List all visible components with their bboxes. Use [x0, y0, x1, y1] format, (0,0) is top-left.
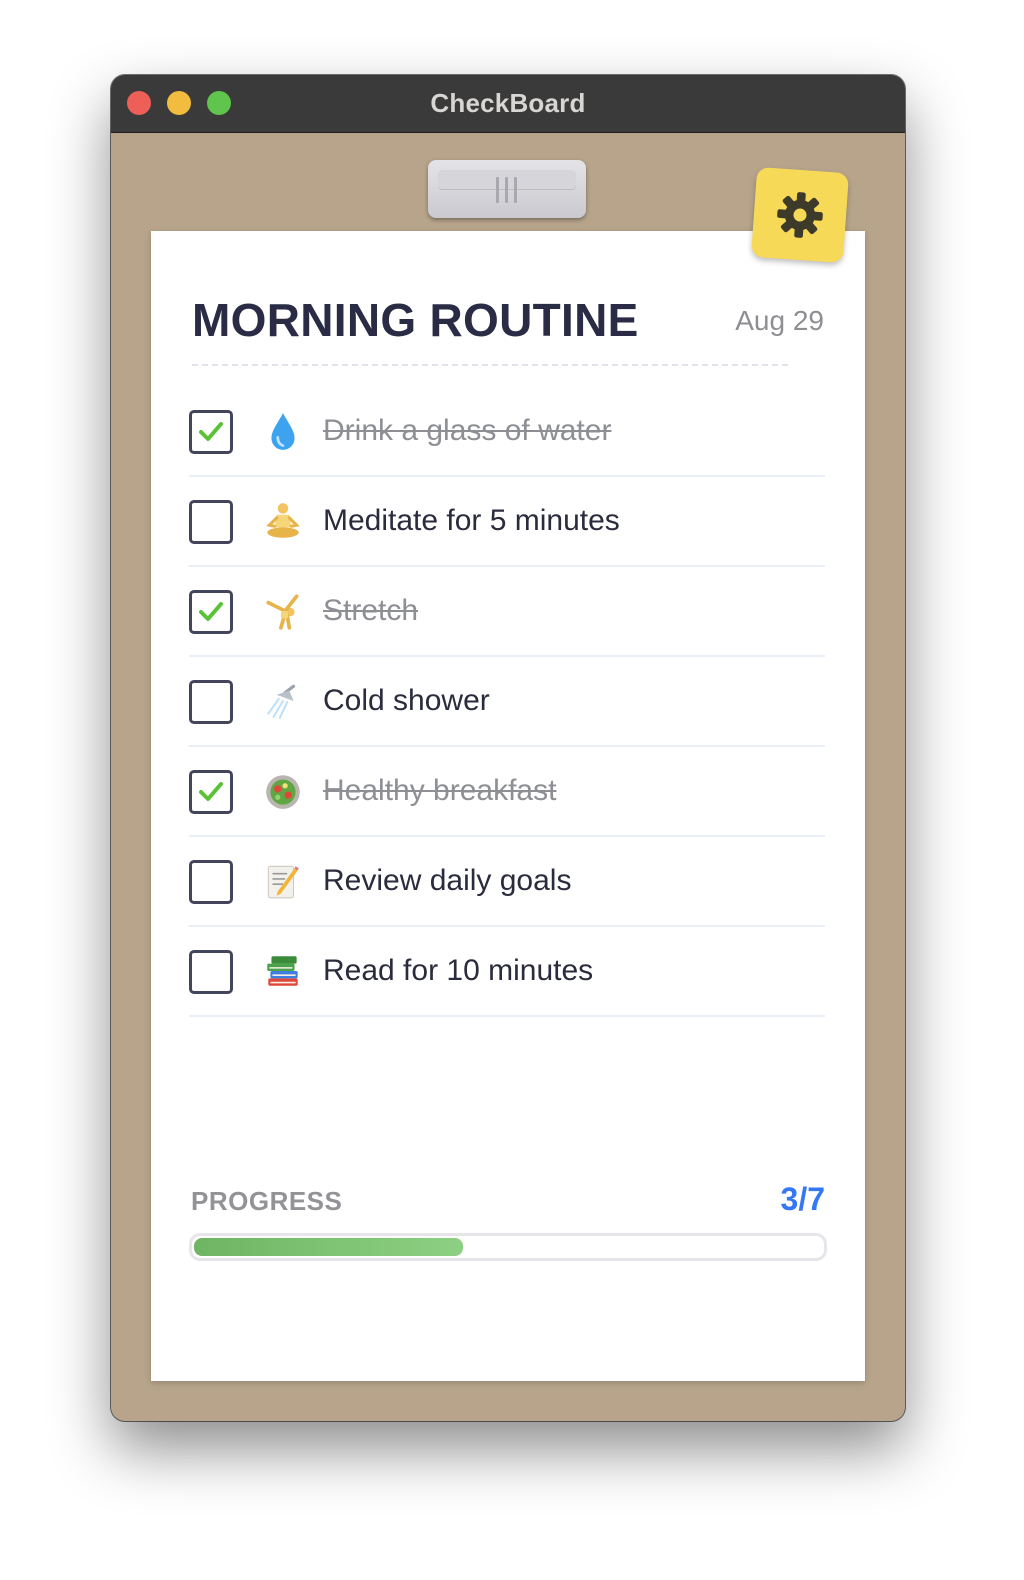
- memo-icon: [261, 859, 305, 903]
- task-item[interactable]: Read for 10 minutes: [189, 927, 825, 1017]
- list-title: MORNING ROUTINE: [192, 294, 639, 346]
- task-label: Stretch: [323, 594, 419, 627]
- water-drop-icon: [261, 409, 305, 453]
- checklist-paper: MORNING ROUTINE Aug 29 Drink a glass of …: [151, 231, 865, 1381]
- task-item[interactable]: Cold shower: [189, 657, 825, 747]
- task-checkbox-checked[interactable]: [189, 590, 233, 634]
- checkmark-icon: [199, 602, 223, 621]
- task-label: Read for 10 minutes: [323, 954, 594, 987]
- task-label: Meditate for 5 minutes: [323, 504, 620, 537]
- progress-count: 3/7: [780, 1181, 825, 1217]
- task-checkbox[interactable]: [189, 680, 233, 724]
- books-icon: [261, 949, 305, 993]
- progress-bar: [189, 1233, 827, 1261]
- task-item[interactable]: Healthy breakfast: [189, 747, 825, 837]
- progress-label: PROGRESS: [191, 1186, 343, 1216]
- task-label: Cold shower: [323, 684, 490, 717]
- task-list: Drink a glass of water Meditate for 5 mi…: [189, 387, 825, 1017]
- task-checkbox[interactable]: [189, 500, 233, 544]
- grip-line: [496, 177, 499, 203]
- task-item[interactable]: Stretch: [189, 567, 825, 657]
- progress-bar-fill: [194, 1238, 464, 1256]
- clipboard-clip[interactable]: [428, 160, 586, 218]
- task-checkbox-checked[interactable]: [189, 410, 233, 454]
- settings-button[interactable]: [750, 166, 850, 264]
- task-label: Healthy breakfast: [323, 774, 557, 807]
- checkmark-icon: [199, 422, 223, 441]
- task-checkbox[interactable]: [189, 860, 233, 904]
- task-label: Drink a glass of water: [323, 414, 612, 447]
- cartwheel-icon: [261, 589, 305, 633]
- grip-line: [514, 177, 517, 203]
- checkmark-icon: [199, 782, 223, 801]
- list-date: Aug 29: [735, 305, 824, 336]
- task-label: Review daily goals: [323, 864, 572, 897]
- task-item[interactable]: Review daily goals: [189, 837, 825, 927]
- grip-line: [505, 177, 508, 203]
- task-item[interactable]: Meditate for 5 minutes: [189, 477, 825, 567]
- app-window: CheckBoard MORNING ROUTINE Aug 29 Drink …: [111, 75, 905, 1421]
- meditation-icon: [261, 499, 305, 543]
- window-title: CheckBoard: [430, 88, 586, 118]
- salad-icon: [261, 769, 305, 813]
- task-checkbox-checked[interactable]: [189, 770, 233, 814]
- task-item[interactable]: Drink a glass of water: [189, 387, 825, 477]
- title-divider: [192, 364, 788, 366]
- gear-icon: [777, 192, 823, 238]
- shower-icon: [261, 679, 305, 723]
- title-bar[interactable]: CheckBoard: [111, 75, 905, 133]
- task-checkbox[interactable]: [189, 950, 233, 994]
